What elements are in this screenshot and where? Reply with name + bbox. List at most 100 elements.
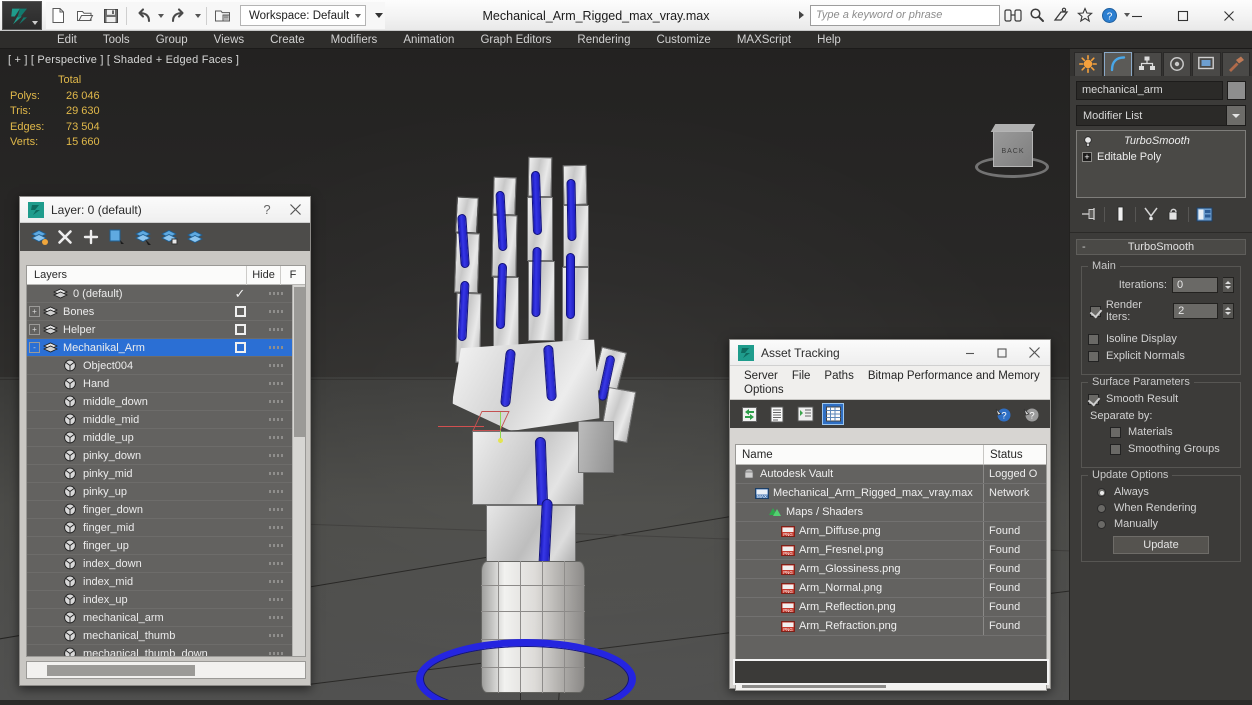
hide-toggle[interactable] (223, 342, 257, 353)
freeze-toggle[interactable] (265, 598, 287, 601)
materials-row[interactable]: Materials (1088, 426, 1234, 438)
chevron-down-icon[interactable] (1226, 106, 1245, 125)
smooth-result-row[interactable]: Smooth Result (1088, 393, 1234, 405)
hide-layer-icon[interactable] (184, 226, 206, 248)
freeze-toggle[interactable] (265, 328, 287, 331)
freeze-toggle[interactable] (265, 382, 287, 385)
layer-row[interactable]: index_up (27, 591, 293, 609)
search-scene-button[interactable] (1002, 4, 1024, 26)
asset-tracking-maximize-button[interactable] (986, 340, 1018, 366)
layer-row[interactable]: mechanical_arm (27, 609, 293, 627)
layer-column-hide[interactable]: Hide (247, 266, 281, 285)
hide-toggle[interactable]: ✓ (223, 287, 257, 300)
utilities-tab[interactable] (1221, 51, 1250, 76)
asset-menu-file[interactable]: File (785, 369, 818, 383)
freeze-toggle[interactable] (265, 436, 287, 439)
asset-row[interactable]: Autodesk Vault Logged O (736, 465, 1046, 484)
undo-button[interactable] (130, 3, 155, 28)
set-project-folder-button[interactable] (210, 3, 235, 28)
freeze-toggle[interactable] (265, 310, 287, 313)
render-iters-spinner[interactable] (1223, 303, 1234, 319)
modifier-stack[interactable]: TurboSmooth + Editable Poly (1076, 130, 1246, 198)
explicit-normals-checkbox[interactable] (1088, 350, 1099, 362)
layer-row[interactable]: mechanical_thumb (27, 627, 293, 645)
freeze-toggle[interactable] (265, 652, 287, 655)
modifier-stack-item-editable-poly[interactable]: + Editable Poly (1079, 149, 1243, 165)
modifier-stack-item-turbosmooth[interactable]: TurboSmooth (1079, 133, 1243, 149)
asset-row-name-cell[interactable]: PNG Arm_Fresnel.png (736, 541, 984, 559)
layer-row[interactable]: finger_up (27, 537, 293, 555)
update-option-when-rendering[interactable]: When Rendering (1088, 502, 1234, 514)
context-help-icon[interactable]: ? (1020, 403, 1042, 425)
freeze-toggle[interactable] (265, 346, 287, 349)
highlight-selected-objects-icon[interactable] (158, 226, 180, 248)
radio-always[interactable] (1097, 487, 1106, 497)
freeze-toggle[interactable] (265, 472, 287, 475)
materials-checkbox[interactable] (1110, 426, 1121, 438)
modifier-list-dropdown[interactable]: Modifier List (1076, 105, 1246, 126)
layer-list-hscroll-thumb[interactable] (47, 665, 195, 676)
radio-manually[interactable] (1097, 519, 1106, 529)
radio-when-rendering[interactable] (1097, 503, 1106, 513)
workspace-selector[interactable]: Workspace: Default (240, 5, 367, 26)
modify-tab[interactable] (1103, 51, 1132, 76)
asset-row-name-cell[interactable]: PNG Arm_Reflection.png (736, 598, 984, 616)
refresh-icon[interactable] (738, 403, 760, 425)
undo-dropdown[interactable] (156, 3, 166, 28)
asset-tracking-dialog[interactable]: Asset Tracking Server File Paths Bitmap Per… (729, 339, 1051, 691)
layer-list-vertical-scrollbar[interactable] (292, 285, 305, 656)
menu-item-graph-editors[interactable]: Graph Editors (467, 31, 564, 49)
layer-row[interactable]: pinky_mid (27, 465, 293, 483)
delete-layer-icon[interactable] (54, 226, 76, 248)
hierarchy-tab[interactable] (1133, 51, 1162, 76)
hide-toggle[interactable] (223, 306, 257, 317)
update-option-always[interactable]: Always (1088, 486, 1234, 498)
asset-row[interactable]: PNG Arm_Reflection.png Found (736, 598, 1046, 617)
asset-menu-options[interactable]: Options (737, 383, 791, 397)
render-iters-field[interactable]: 2 (1173, 303, 1219, 319)
remove-modifier-icon[interactable] (1162, 204, 1184, 224)
tree-view-icon[interactable] (794, 403, 816, 425)
iterations-field[interactable]: 0 (1172, 277, 1218, 293)
layer-row[interactable]: finger_mid (27, 519, 293, 537)
update-option-manually[interactable]: Manually (1088, 518, 1234, 530)
asset-row-name-cell[interactable]: MAX Mechanical_Arm_Rigged_max_vray.max (736, 484, 984, 502)
freeze-toggle[interactable] (265, 418, 287, 421)
display-tab[interactable] (1192, 51, 1221, 76)
create-tab[interactable] (1074, 51, 1103, 76)
configure-modifier-sets-icon[interactable] (1193, 204, 1215, 224)
layer-list-scroll-thumb[interactable] (294, 287, 305, 437)
motion-tab[interactable] (1162, 51, 1191, 76)
open-file-button[interactable] (72, 3, 97, 28)
pin-stack-icon[interactable] (1078, 204, 1100, 224)
freeze-toggle[interactable] (265, 454, 287, 457)
layer-list-horizontal-scrollbar[interactable] (26, 661, 306, 679)
freeze-toggle[interactable] (265, 634, 287, 637)
asset-tracking-close-button[interactable] (1018, 340, 1050, 366)
create-new-layer-icon[interactable] (28, 226, 50, 248)
save-file-button[interactable] (98, 3, 123, 28)
asset-row[interactable]: PNG Arm_Diffuse.png Found (736, 522, 1046, 541)
menu-item-create[interactable]: Create (257, 31, 318, 49)
freeze-toggle[interactable] (265, 292, 287, 295)
asset-rows-container[interactable]: Autodesk Vault Logged O MAX Mechanical_Arm_… (736, 465, 1046, 636)
menu-item-animation[interactable]: Animation (390, 31, 467, 49)
layer-row[interactable]: index_down (27, 555, 293, 573)
close-button[interactable] (1206, 0, 1252, 31)
explicit-normals-row[interactable]: Explicit Normals (1088, 350, 1234, 362)
freeze-toggle[interactable] (265, 400, 287, 403)
select-highlighted-objects-icon[interactable] (132, 226, 154, 248)
asset-tracking-titlebar[interactable]: Asset Tracking (730, 340, 1050, 366)
asset-row[interactable]: MAX Mechanical_Arm_Rigged_max_vray.max Net… (736, 484, 1046, 503)
asset-row[interactable]: Maps / Shaders (736, 503, 1046, 522)
expand-toggle-icon[interactable]: + (29, 324, 40, 335)
layer-row[interactable]: Object004 (27, 357, 293, 375)
layer-row[interactable]: middle_down (27, 393, 293, 411)
asset-column-name[interactable]: Name (736, 445, 984, 464)
expand-toggle-icon[interactable]: + (29, 306, 40, 317)
layer-explorer-dialog[interactable]: Layer: 0 (default) ? Layers Hide F 0 (de… (19, 196, 311, 686)
layer-row[interactable]: index_mid (27, 573, 293, 591)
layer-dialog-titlebar[interactable]: Layer: 0 (default) ? (20, 197, 310, 223)
redo-button[interactable] (167, 3, 192, 28)
freeze-toggle[interactable] (265, 544, 287, 547)
